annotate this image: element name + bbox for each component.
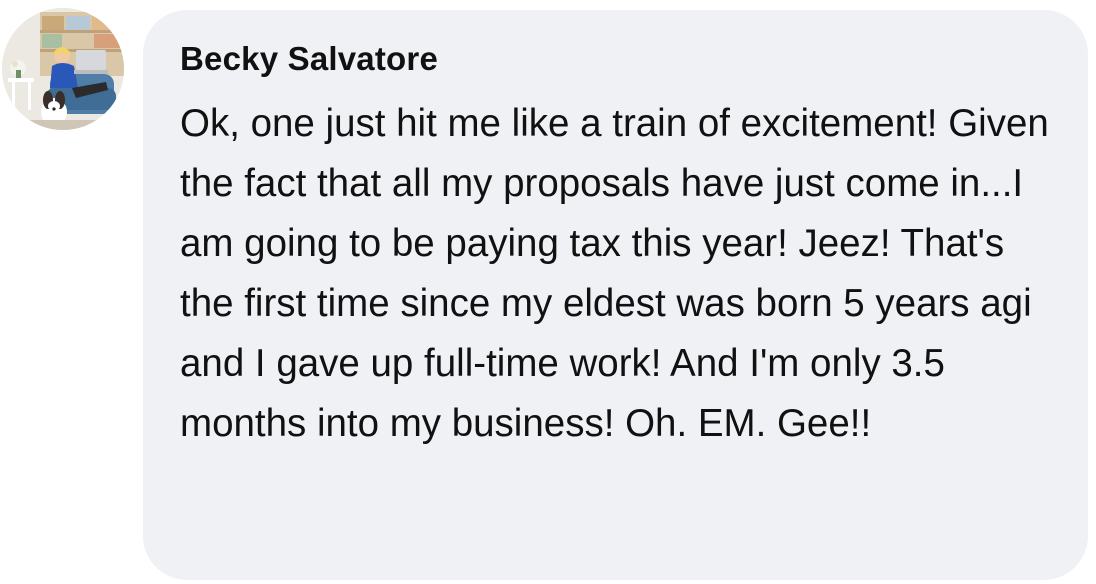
- comment: Becky Salvatore Ok, one just hit me like…: [0, 0, 1096, 584]
- comment-bubble: Becky Salvatore Ok, one just hit me like…: [143, 10, 1088, 580]
- avatar-photo-icon: [2, 8, 124, 130]
- avatar[interactable]: [2, 8, 124, 130]
- comment-text: Ok, one just hit me like a train of exci…: [180, 102, 1049, 445]
- author-name[interactable]: Becky Salvatore: [180, 38, 1058, 80]
